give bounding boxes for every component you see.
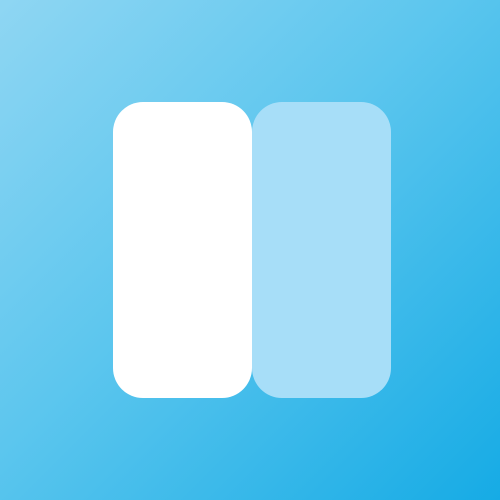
left-panel-shape: [113, 102, 252, 398]
app-icon-tile: [0, 0, 500, 500]
right-panel-shape: [252, 102, 391, 398]
